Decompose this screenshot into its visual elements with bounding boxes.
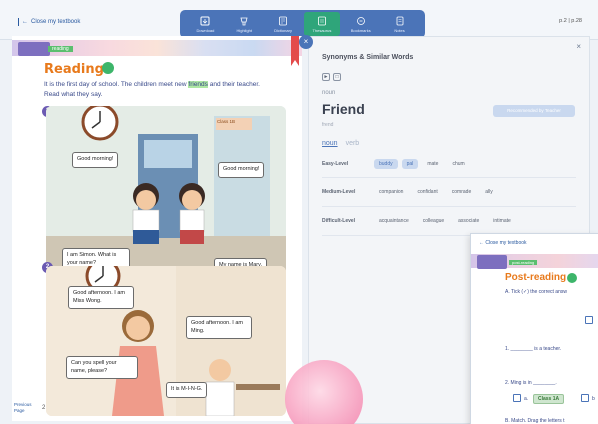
speech-bubble: Good morning! <box>72 152 119 168</box>
level-name: Easy-Level <box>322 161 349 167</box>
book-icon <box>477 255 507 269</box>
tool-label: Notes <box>394 27 405 33</box>
back-arrow-icon: ← <box>22 19 28 25</box>
main-toolbar: Download Highlight Dictionary Thesaurus … <box>180 10 425 38</box>
class-sign: Class 1B <box>217 119 236 124</box>
level-name: Medium-Level <box>322 189 356 195</box>
copy-icon[interactable]: □ <box>333 73 341 81</box>
reading-heading: Reading <box>44 62 104 77</box>
tab-noun[interactable]: noun <box>322 140 338 147</box>
scene-2-illustration: Good afternoon. I am Miss Wong. Good aft… <box>46 266 286 416</box>
book-icon <box>18 42 50 56</box>
thesaurus-icon <box>317 16 326 25</box>
speech-bubble: Good afternoon. I am Ming. <box>186 316 252 339</box>
close-textbook-label: Close my textbook <box>31 19 81 25</box>
post-reading-window: ← Close my textbook post-reading Post-re… <box>470 233 598 424</box>
tool-download[interactable]: Download <box>187 16 223 33</box>
instruction-b: B. Match. Drag the letters t <box>505 418 565 424</box>
option-b-prefix: b <box>592 396 595 402</box>
headword: Friend <box>322 101 365 117</box>
easy-level-row: Easy-Level buddy pal mate chum <box>322 159 470 169</box>
option-a-prefix: a. <box>524 396 529 402</box>
synonym-chip[interactable]: colleague <box>418 216 449 226</box>
synonym-chip[interactable]: acquaintance <box>374 216 414 226</box>
instruction-a: A. Tick (✓) the correct answ <box>505 289 567 295</box>
tool-dictionary[interactable]: Dictionary <box>265 16 301 33</box>
tool-label: Download <box>196 27 215 33</box>
dictionary-icon <box>279 16 287 25</box>
close-textbook-label: Close my textbook <box>485 240 527 246</box>
tool-label: Thesaurus <box>312 27 332 33</box>
synonym-chip[interactable]: ally <box>480 187 498 197</box>
level-name: Difficult-Level <box>322 218 356 224</box>
notes-icon <box>396 16 403 25</box>
divider <box>322 177 576 178</box>
speech-bubble: Good afternoon. I am Miss Wong. <box>68 286 134 309</box>
bookmark-ribbon-icon[interactable] <box>291 36 299 66</box>
class-option-chip[interactable]: Class 1A <box>533 394 565 404</box>
section-tag: reading <box>48 46 73 52</box>
tool-notes[interactable]: Notes <box>382 16 418 33</box>
synonym-chip[interactable]: companion <box>374 187 408 197</box>
question-1: 1. ________ is a teacher. <box>505 346 562 352</box>
synonym-chip[interactable]: comrade <box>447 187 476 197</box>
page-indicator: p.2 | p.28 <box>559 18 582 24</box>
textbook-page: reading Reading It is the first day of s… <box>12 36 302 421</box>
close-panel-icon[interactable]: × <box>576 42 581 51</box>
post-reading-heading: Post-reading <box>505 272 567 283</box>
page-number: 2 <box>42 405 46 411</box>
tool-label: Dictionary <box>274 27 292 33</box>
tab-verb[interactable]: verb <box>346 140 360 147</box>
synonym-chip[interactable]: intimate <box>488 216 516 226</box>
speech-bubble: Can you spell your name, please? <box>66 356 138 379</box>
option-a-checkbox[interactable] <box>513 394 521 402</box>
highlight-icon <box>240 17 248 25</box>
medium-level-row: Medium-Level companion confidant comrade… <box>322 187 498 197</box>
scene-1-illustration: Class 1B Good morning! Good morning! I a… <box>46 106 286 281</box>
divider <box>322 206 576 207</box>
audio-speaker-icon[interactable] <box>102 62 114 74</box>
difficult-level-row: Difficult-Level acquaintance colleague a… <box>322 216 516 226</box>
previous-page-link[interactable]: Previous Page <box>14 402 36 413</box>
back-arrow-icon: ← <box>479 240 484 246</box>
answer-checkbox[interactable] <box>585 316 593 324</box>
option-b-checkbox[interactable] <box>581 394 589 402</box>
phonetic: frend <box>322 122 334 128</box>
tool-bookmarks[interactable]: Bookmarks <box>343 16 379 33</box>
synonym-chip[interactable]: associate <box>453 216 484 226</box>
speech-bubble: Good morning! <box>218 162 265 178</box>
intro-text: It is the first day of school. The child… <box>44 80 274 99</box>
tool-label: Bookmarks <box>350 27 371 33</box>
synonym-chip[interactable]: chum <box>447 159 469 169</box>
previous-page-label: Previous Page <box>14 402 32 413</box>
tool-thesaurus[interactable]: Thesaurus <box>303 12 340 36</box>
tool-highlight[interactable]: Highlight <box>226 16 262 33</box>
section-tag: post-reading <box>509 260 538 265</box>
download-icon <box>200 16 210 25</box>
panel-title: Synonyms & Similar Words <box>322 54 414 61</box>
question-2: 2. Ming is in ________. <box>505 380 557 386</box>
highlighted-word[interactable]: friends <box>188 81 208 88</box>
synonym-chip[interactable]: buddy <box>374 159 398 169</box>
synonym-chip[interactable]: confidant <box>412 187 442 197</box>
recommended-badge[interactable]: Recommended by Teacher <box>493 105 575 117</box>
pos-tabs: noun verb <box>322 140 359 147</box>
audio-speaker-icon[interactable] <box>567 273 577 283</box>
speech-bubble: It is M-I-N-G. <box>166 382 208 398</box>
intro-part: It is the first day of school. The child… <box>44 81 187 88</box>
audio-controls: ► □ <box>322 73 341 81</box>
play-audio-icon[interactable]: ► <box>322 73 330 81</box>
tool-label: Highlight <box>236 27 253 33</box>
synonym-chip[interactable]: mate <box>422 159 443 169</box>
close-icon[interactable]: × <box>299 35 313 49</box>
close-textbook-link[interactable]: ← Close my textbook <box>479 240 527 246</box>
part-of-speech: noun <box>322 90 336 96</box>
divider <box>18 18 19 26</box>
synonym-chip[interactable]: pal <box>401 159 419 169</box>
bookmark-icon <box>356 16 365 25</box>
close-textbook-link[interactable]: ← Close my textbook <box>18 18 80 26</box>
